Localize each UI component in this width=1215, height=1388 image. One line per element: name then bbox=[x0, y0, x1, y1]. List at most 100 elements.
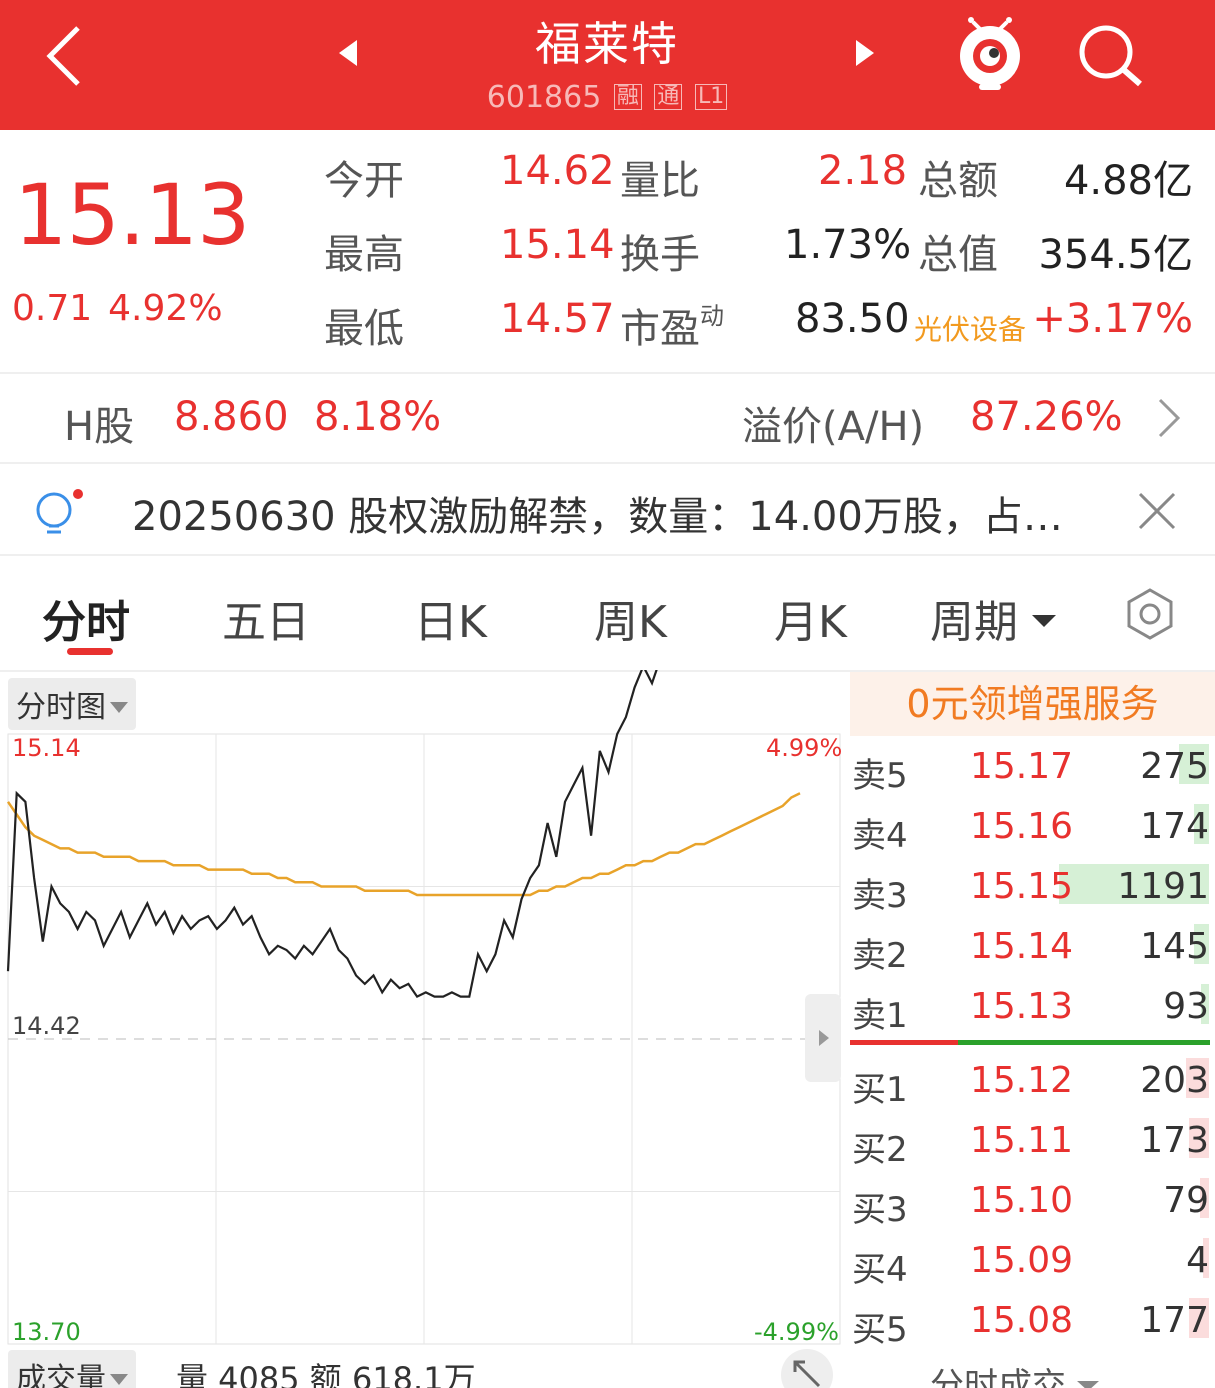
stat-high-label: 最高 bbox=[324, 232, 404, 278]
tag-connect: 通 bbox=[654, 84, 683, 110]
stat-high-value: 15.14 bbox=[500, 222, 615, 268]
notice-bar[interactable]: 20250630 股权激励解禁，数量：14.00万股，占… bbox=[0, 464, 1215, 554]
level-price: 15.13 bbox=[970, 986, 1074, 1027]
close-icon[interactable] bbox=[1136, 490, 1178, 532]
quote-panel: 15.13 0.71 4.92% 今开 14.62 量比 2.18 总额 4.88… bbox=[0, 130, 1215, 372]
search-icon[interactable] bbox=[1076, 22, 1146, 88]
bid-row[interactable]: 买1 15.12 203 bbox=[850, 1052, 1215, 1112]
level-label: 卖3 bbox=[852, 876, 908, 916]
stat-pe-label: 市盈动 bbox=[620, 296, 724, 354]
tag-level: L1 bbox=[694, 84, 728, 110]
tick-trades-label: 分时成交 bbox=[930, 1366, 1066, 1388]
axis-pct-low: -4.99% bbox=[754, 1318, 839, 1346]
level-label: 买5 bbox=[852, 1310, 908, 1350]
axis-pct-high: 4.99% bbox=[766, 734, 843, 762]
level-price: 15.08 bbox=[970, 1300, 1074, 1341]
order-book: 0元领增强服务 卖5 15.17 275 卖4 15.16 174 卖3 15.15 1191 卖… bbox=[850, 672, 1215, 1388]
stock-code: 601865 bbox=[486, 80, 602, 115]
level-price: 15.15 bbox=[970, 866, 1074, 907]
prev-stock-icon[interactable] bbox=[335, 38, 361, 68]
notice-text: 20250630 股权激励解禁，数量：14.00万股，占… bbox=[132, 494, 1063, 540]
level-volume: 1191 bbox=[1117, 866, 1209, 907]
axis-price-low: 13.70 bbox=[12, 1318, 81, 1346]
stat-volume-ratio-value: 2.18 bbox=[818, 148, 908, 194]
bid-row[interactable]: 买3 15.10 79 bbox=[850, 1172, 1215, 1232]
stat-turnover-rate-label: 换手 bbox=[620, 232, 700, 278]
service-banner[interactable]: 0元领增强服务 bbox=[850, 672, 1215, 736]
level-label: 买4 bbox=[852, 1250, 908, 1290]
tab-five-day[interactable]: 五日 bbox=[222, 586, 310, 650]
stat-low-label: 最低 bbox=[324, 306, 404, 352]
level-label: 卖1 bbox=[852, 996, 908, 1036]
bid-row[interactable]: 买5 15.08 177 bbox=[850, 1292, 1215, 1352]
level-label: 买1 bbox=[852, 1070, 908, 1110]
sector-name[interactable]: 光伏设备 bbox=[914, 308, 1026, 348]
expand-orderbook-handle[interactable] bbox=[805, 994, 841, 1082]
period-tabs: 分时 五日 日K 周K 月K 周期 bbox=[0, 556, 1215, 670]
h-share-row[interactable]: H股 8.860 8.18% 溢价(A/H) 87.26% bbox=[0, 374, 1215, 462]
ask-row[interactable]: 卖1 15.13 93 bbox=[850, 978, 1215, 1038]
change-amount: 0.71 bbox=[12, 288, 93, 329]
axis-price-mid: 14.42 bbox=[12, 1012, 81, 1040]
level-volume: 79 bbox=[1163, 1180, 1209, 1221]
tab-daily-k[interactable]: 日K bbox=[414, 586, 487, 650]
tab-period-label: 周期 bbox=[930, 597, 1018, 648]
chevron-right-icon[interactable] bbox=[1154, 396, 1184, 440]
tab-period-dropdown[interactable]: 周期 bbox=[930, 586, 1056, 650]
stat-pe-label-sup: 动 bbox=[700, 302, 724, 330]
ask-row[interactable]: 卖4 15.16 174 bbox=[850, 798, 1215, 858]
mascot-assistant-icon[interactable] bbox=[955, 16, 1025, 92]
tab-intraday[interactable]: 分时 bbox=[42, 586, 130, 650]
ask-row[interactable]: 卖5 15.17 275 bbox=[850, 738, 1215, 798]
h-share-pct: 8.18% bbox=[314, 394, 442, 440]
stat-pe-label-text: 市盈 bbox=[620, 306, 700, 352]
premium-label: 溢价(A/H) bbox=[742, 404, 925, 450]
fullscreen-icon[interactable] bbox=[780, 1348, 834, 1388]
sector-change[interactable]: +3.17% bbox=[1032, 296, 1193, 342]
next-stock-icon[interactable] bbox=[852, 38, 878, 68]
level-volume: 4 bbox=[1186, 1240, 1209, 1281]
intraday-chart[interactable] bbox=[0, 670, 850, 1350]
level-volume: 177 bbox=[1140, 1300, 1209, 1341]
volume-indicator-selector[interactable]: 成交量 bbox=[8, 1350, 136, 1388]
level-price: 15.12 bbox=[970, 1060, 1074, 1101]
chart-settings-icon[interactable] bbox=[1122, 586, 1178, 642]
app-header: 福莱特 601865 融 通 L1 bbox=[0, 0, 1215, 130]
level-price: 15.11 bbox=[970, 1120, 1074, 1161]
premium-value: 87.26% bbox=[970, 394, 1123, 440]
tab-monthly-k[interactable]: 月K bbox=[774, 586, 847, 650]
tick-trades-tab[interactable]: 分时成交 bbox=[930, 1358, 1099, 1388]
current-price: 15.13 bbox=[14, 166, 250, 264]
level-price: 15.16 bbox=[970, 806, 1074, 847]
back-arrow-icon[interactable] bbox=[40, 22, 100, 92]
price-change: 0.71 4.92% bbox=[12, 288, 223, 329]
level-label: 卖4 bbox=[852, 816, 908, 856]
level-price: 15.09 bbox=[970, 1240, 1074, 1281]
ask-row[interactable]: 卖3 15.15 1191 bbox=[850, 858, 1215, 918]
stat-market-cap-value: 354.5亿 bbox=[1038, 232, 1193, 278]
level-label: 卖5 bbox=[852, 756, 908, 796]
stat-turnover-amount-value: 4.88亿 bbox=[1063, 158, 1193, 204]
stat-pe-value: 83.50 bbox=[795, 296, 910, 342]
ask-row[interactable]: 卖2 15.14 145 bbox=[850, 918, 1215, 978]
level-label: 卖2 bbox=[852, 936, 908, 976]
bid-row[interactable]: 买2 15.11 173 bbox=[850, 1112, 1215, 1172]
level-volume: 275 bbox=[1140, 746, 1209, 787]
caret-right-icon bbox=[819, 1030, 829, 1046]
tag-margin: 融 bbox=[613, 84, 642, 110]
h-share-price: 8.860 bbox=[174, 394, 289, 440]
active-tab-indicator bbox=[67, 648, 113, 655]
level-volume: 173 bbox=[1140, 1120, 1209, 1161]
lightbulb-icon bbox=[36, 489, 83, 534]
bid-row[interactable]: 买4 15.09 4 bbox=[850, 1232, 1215, 1292]
level-volume: 174 bbox=[1140, 806, 1209, 847]
change-percent: 4.92% bbox=[108, 288, 223, 329]
tab-weekly-k[interactable]: 周K bbox=[594, 586, 667, 650]
stat-open-label: 今开 bbox=[324, 158, 404, 204]
buy-ratio-bar bbox=[850, 1040, 958, 1045]
volume-info: 量 4085 额 618.1万 bbox=[176, 1360, 476, 1388]
caret-down-icon bbox=[110, 1374, 128, 1385]
stat-volume-ratio-label: 量比 bbox=[620, 158, 700, 204]
level-label: 买2 bbox=[852, 1130, 908, 1170]
level-price: 15.17 bbox=[970, 746, 1074, 787]
